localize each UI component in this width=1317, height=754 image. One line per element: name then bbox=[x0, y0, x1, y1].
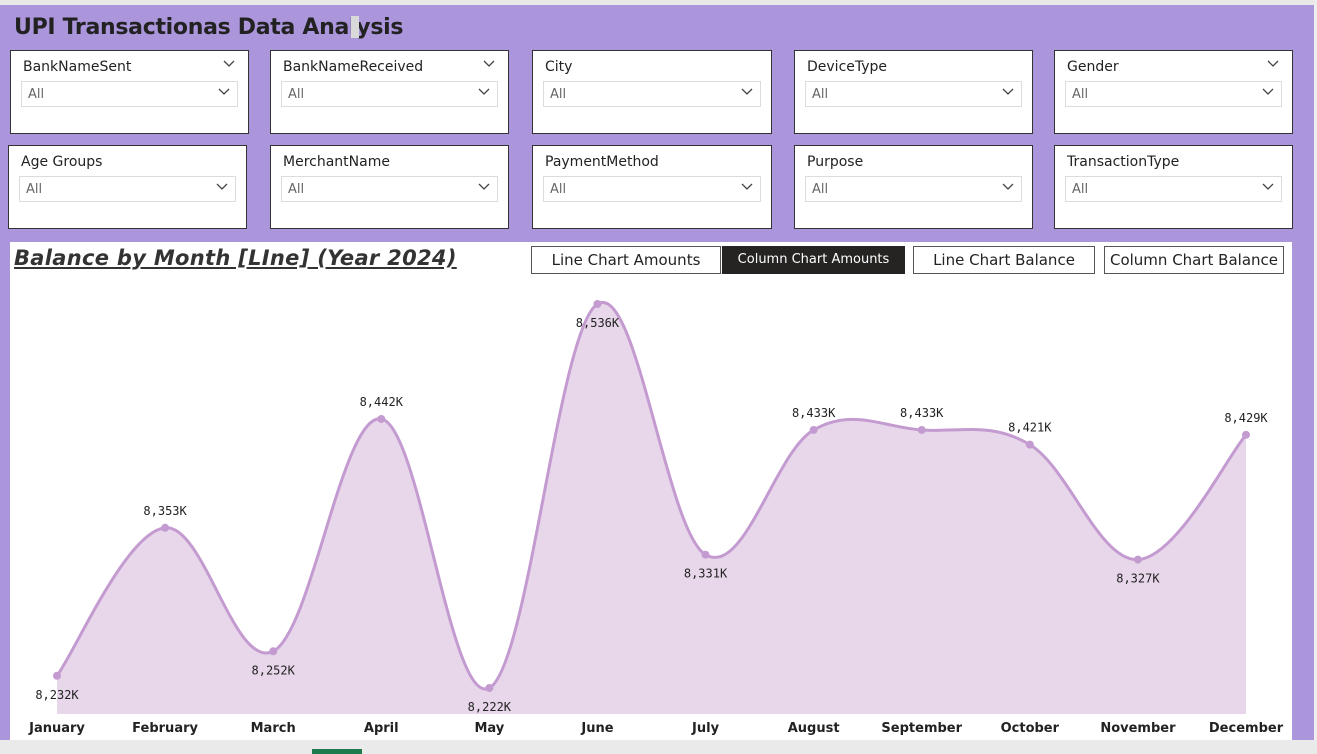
report-canvas: UPI Transactionas Data Analysis BankName… bbox=[0, 5, 1314, 742]
slicer-label: BankNameReceived bbox=[283, 59, 424, 75]
slicer-label: PaymentMethod bbox=[545, 154, 659, 170]
x-tick-label: July bbox=[691, 721, 720, 736]
slicer-value: All bbox=[28, 87, 45, 102]
data-label: 8,327K bbox=[1116, 572, 1160, 586]
data-point[interactable] bbox=[377, 414, 386, 423]
slicer-value: All bbox=[1072, 182, 1089, 197]
report-title: UPI Transactionas Data Analysis bbox=[14, 15, 404, 40]
chevron-down-icon bbox=[1001, 85, 1015, 99]
slicer-banknamesent: BankNameSent All bbox=[10, 50, 249, 134]
data-label: 8,331K bbox=[684, 567, 728, 581]
slicer-dropdown[interactable]: All bbox=[543, 176, 761, 202]
slicer-value: All bbox=[550, 87, 567, 102]
data-label: 8,433K bbox=[792, 406, 836, 420]
slicer-value: All bbox=[550, 182, 567, 197]
slicer-value: All bbox=[1072, 87, 1089, 102]
data-point[interactable] bbox=[593, 300, 602, 308]
slicer-label: Gender bbox=[1067, 59, 1119, 75]
chevron-down-icon bbox=[1261, 180, 1275, 194]
slicer-dropdown[interactable]: All bbox=[281, 176, 498, 202]
slicer-value: All bbox=[26, 182, 43, 197]
x-tick-label: August bbox=[788, 721, 840, 736]
chart-panel: Balance by Month [LIne] (Year 2024) Line… bbox=[10, 242, 1292, 742]
slicer-gender: Gender All bbox=[1054, 50, 1293, 134]
slicer-paymentmethod: PaymentMethod All bbox=[532, 145, 772, 229]
slicer-merchantname: MerchantName All bbox=[270, 145, 509, 229]
data-point[interactable] bbox=[53, 671, 61, 680]
chevron-down-icon bbox=[217, 85, 231, 99]
x-tick-label: March bbox=[251, 721, 296, 736]
slicer-value: All bbox=[288, 87, 305, 102]
title-marker bbox=[351, 16, 359, 38]
slicer-devicetype: DeviceType All bbox=[794, 50, 1033, 134]
data-label: 8,421K bbox=[1008, 421, 1052, 435]
slicer-label: City bbox=[545, 59, 573, 75]
x-tick-label: November bbox=[1100, 721, 1176, 736]
area-fill bbox=[57, 302, 1246, 714]
chevron-down-icon[interactable] bbox=[482, 57, 496, 71]
data-point[interactable] bbox=[269, 647, 278, 656]
chevron-down-icon bbox=[215, 180, 229, 194]
data-label: 8,232K bbox=[35, 688, 79, 702]
data-point[interactable] bbox=[1025, 440, 1034, 449]
chevron-down-icon bbox=[477, 85, 491, 99]
slicer-dropdown[interactable]: All bbox=[21, 81, 238, 107]
x-tick-label: June bbox=[580, 721, 613, 736]
slicer-dropdown[interactable]: All bbox=[19, 176, 236, 202]
slicer-label: Age Groups bbox=[21, 154, 103, 170]
slicer-label: MerchantName bbox=[283, 154, 390, 170]
x-tick-label: December bbox=[1209, 721, 1284, 736]
slicer-value: All bbox=[812, 182, 829, 197]
chevron-down-icon bbox=[740, 180, 754, 194]
slicer-value: All bbox=[288, 182, 305, 197]
data-point[interactable] bbox=[809, 425, 818, 434]
page-tabs-strip bbox=[0, 740, 1317, 754]
chevron-down-icon bbox=[1261, 85, 1275, 99]
balance-line-chart: 8,232K January 8,353K February 8,252K March 8,… bbox=[28, 300, 1284, 736]
data-label: 8,536K bbox=[576, 316, 620, 330]
slicer-transactiontype: TransactionType All bbox=[1054, 145, 1293, 229]
data-point[interactable] bbox=[1133, 555, 1142, 564]
slicer-purpose: Purpose All bbox=[794, 145, 1033, 229]
slicer-label: TransactionType bbox=[1067, 154, 1180, 170]
data-point[interactable] bbox=[161, 523, 170, 532]
data-point[interactable] bbox=[701, 550, 710, 559]
data-point[interactable] bbox=[917, 425, 926, 434]
slicer-banknamereceived: BankNameReceived All bbox=[270, 50, 509, 134]
slicer-dropdown[interactable]: All bbox=[1065, 81, 1282, 107]
slicer-city: City All bbox=[532, 50, 772, 134]
slicer-value: All bbox=[812, 87, 829, 102]
data-label: 8,442K bbox=[360, 395, 404, 409]
slicer-label: BankNameSent bbox=[23, 59, 132, 75]
slicer-age-groups: Age Groups All bbox=[8, 145, 247, 229]
slicer-label: DeviceType bbox=[807, 59, 888, 75]
data-point[interactable] bbox=[485, 684, 494, 692]
slicer-dropdown[interactable]: All bbox=[543, 81, 761, 107]
chevron-down-icon bbox=[740, 85, 754, 99]
data-label: 8,353K bbox=[143, 504, 187, 518]
x-tick-label: April bbox=[364, 721, 399, 736]
data-label: 8,429K bbox=[1224, 411, 1268, 425]
active-page-tab[interactable] bbox=[312, 749, 362, 754]
x-tick-label: January bbox=[28, 721, 85, 736]
chevron-down-icon bbox=[1001, 180, 1015, 194]
slicer-label: Purpose bbox=[807, 154, 864, 170]
x-tick-label: September bbox=[881, 721, 962, 736]
slicer-dropdown[interactable]: All bbox=[1065, 176, 1282, 202]
data-label: 8,252K bbox=[252, 663, 296, 677]
data-label: 8,433K bbox=[900, 406, 944, 420]
x-tick-label: October bbox=[1001, 721, 1060, 736]
slicer-dropdown[interactable]: All bbox=[281, 81, 498, 107]
data-label: 8,222K bbox=[468, 700, 512, 714]
data-point[interactable] bbox=[1242, 430, 1250, 439]
slicer-dropdown[interactable]: All bbox=[805, 176, 1022, 202]
chevron-down-icon bbox=[477, 180, 491, 194]
chevron-down-icon[interactable] bbox=[222, 57, 236, 71]
slicer-dropdown[interactable]: All bbox=[805, 81, 1022, 107]
x-tick-label: February bbox=[132, 721, 198, 736]
x-tick-label: May bbox=[474, 721, 504, 736]
chevron-down-icon[interactable] bbox=[1266, 57, 1280, 71]
